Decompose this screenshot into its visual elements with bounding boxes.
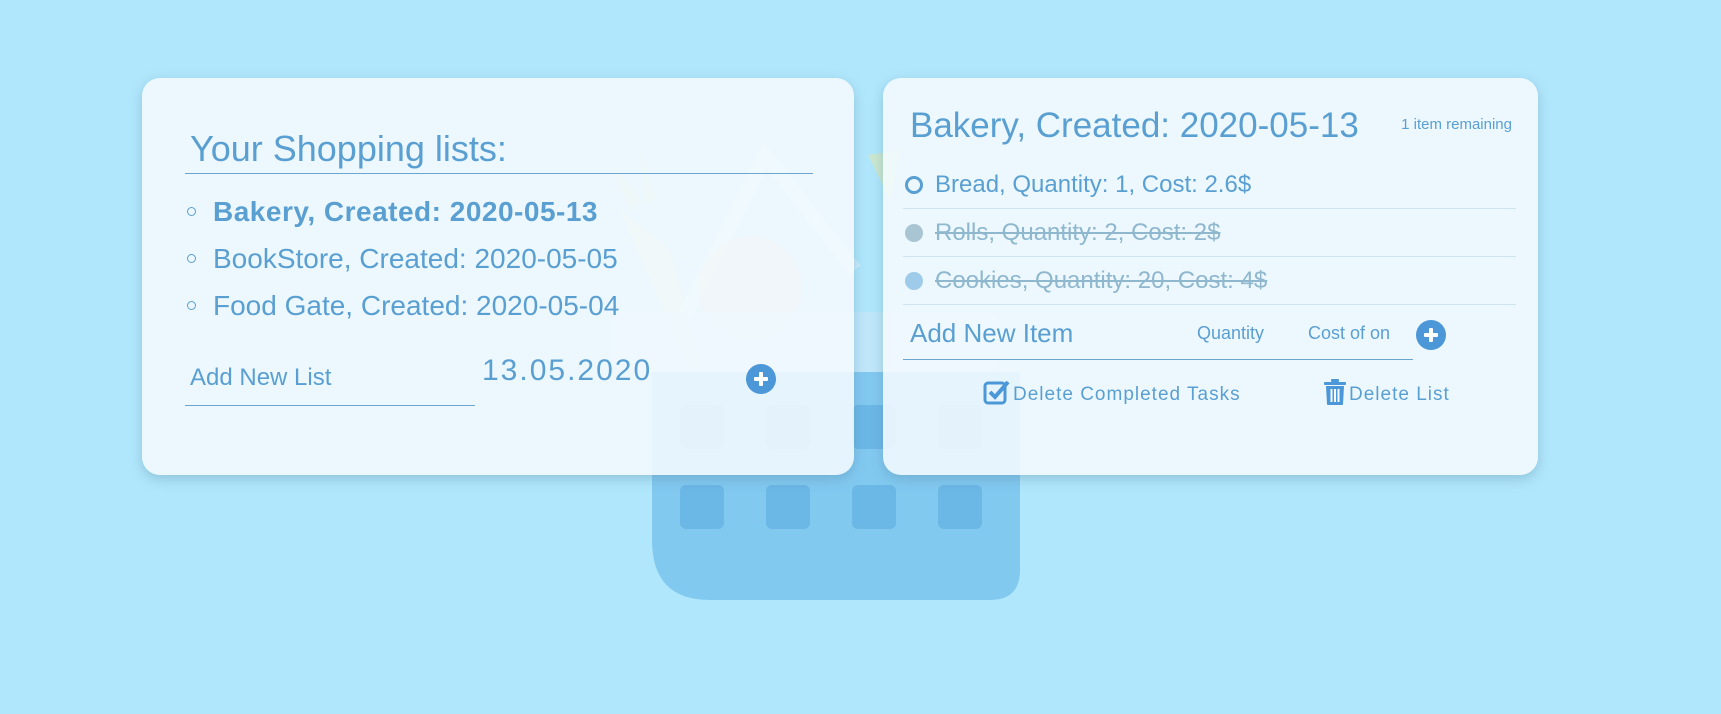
plus-circle-icon: [1424, 328, 1438, 342]
add-list-button[interactable]: [746, 364, 776, 394]
shopping-list-item-bakery[interactable]: Bakery, Created: 2020-05-13: [187, 188, 619, 235]
shopping-list-item-food-gate[interactable]: Food Gate, Created: 2020-05-04: [187, 282, 619, 329]
list-detail-card: Bakery, Created: 2020-05-13 1 item remai…: [883, 78, 1538, 475]
item-label: Rolls, Quantity: 2, Cost: 2$: [935, 218, 1221, 246]
list-label: Food Gate, Created: 2020-05-04: [213, 289, 620, 321]
list-detail-title: Bakery, Created: 2020-05-13: [910, 106, 1359, 145]
item-toggle-checkbox[interactable]: [905, 223, 923, 242]
item-label: Cookies, Quantity: 20, Cost: 4$: [935, 266, 1268, 294]
items-remaining-count: 1 item remaining: [1401, 116, 1512, 133]
list-items: Bread, Quantity: 1, Cost: 2.6$ Rolls, Qu…: [903, 161, 1516, 305]
delete-completed-label: Delete Completed Tasks: [1013, 384, 1241, 405]
list-bullet-icon: [187, 254, 196, 263]
list-bullet-icon: [187, 207, 196, 216]
new-item-input[interactable]: Add New Item: [910, 318, 1073, 349]
delete-list-button[interactable]: Delete List: [1323, 378, 1450, 406]
list-label: BookStore, Created: 2020-05-05: [213, 242, 618, 274]
list-item: Bread, Quantity: 1, Cost: 2.6$: [903, 161, 1516, 209]
list-date-field[interactable]: 13.05.2020: [482, 354, 652, 388]
item-toggle-checkbox[interactable]: [905, 175, 923, 194]
quantity-input[interactable]: Quantity: [1197, 323, 1264, 344]
list-item: Cookies, Quantity: 20, Cost: 4$: [903, 257, 1516, 305]
app-root: Your Shopping lists: Bakery, Created: 20…: [0, 0, 1721, 714]
checkbox-checked-icon: [983, 380, 1010, 405]
lists-title: Your Shopping lists:: [190, 128, 507, 169]
trash-icon: [1324, 379, 1346, 405]
item-label: Bread, Quantity: 1, Cost: 2.6$: [935, 170, 1252, 198]
shopping-list-item-bookstore[interactable]: BookStore, Created: 2020-05-05: [187, 235, 619, 282]
shopping-lists-card: Your Shopping lists: Bakery, Created: 20…: [142, 78, 854, 475]
delete-list-label: Delete List: [1349, 384, 1450, 405]
item-toggle-checkbox[interactable]: [905, 271, 923, 290]
new-list-input[interactable]: [185, 350, 475, 406]
title-divider: [185, 173, 813, 174]
list-bullet-icon: [187, 301, 196, 310]
list-item: Rolls, Quantity: 2, Cost: 2$: [903, 209, 1516, 257]
shopping-lists: Bakery, Created: 2020-05-13 BookStore, C…: [187, 188, 619, 329]
add-item-button[interactable]: [1416, 320, 1446, 350]
plus-circle-icon: [754, 372, 768, 386]
list-label: Bakery, Created: 2020-05-13: [213, 195, 598, 227]
delete-completed-button[interactable]: Delete Completed Tasks: [983, 378, 1241, 406]
cost-input[interactable]: Cost of on: [1308, 323, 1390, 344]
